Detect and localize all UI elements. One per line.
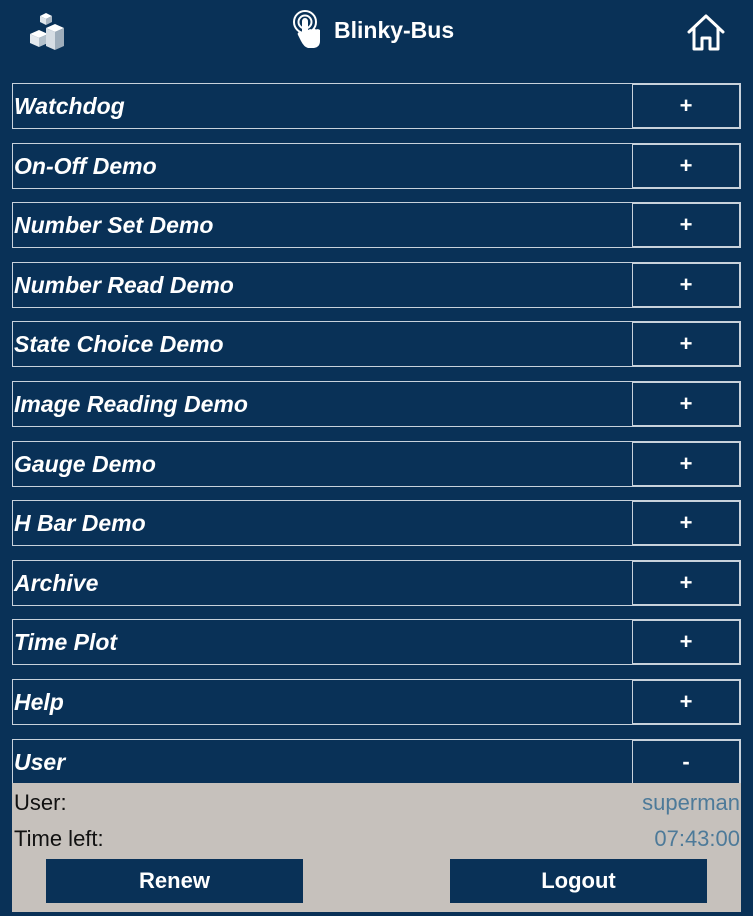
expand-toggle-button[interactable]: + <box>632 560 740 605</box>
menu-list: Watchdog + On-Off Demo + Number Set Demo… <box>12 83 741 798</box>
expand-toggle-button[interactable]: + <box>632 441 740 486</box>
time-left-value: 07:43:00 <box>654 826 740 851</box>
touch-hand-icon <box>293 10 320 48</box>
menu-item-on-off-demo[interactable]: On-Off Demo + <box>12 142 741 189</box>
menu-item-label: Help <box>14 688 64 715</box>
menu-item-label: H Bar Demo <box>14 510 146 537</box>
menu-item-number-read-demo[interactable]: Number Read Demo + <box>12 261 741 308</box>
menu-item-help[interactable]: Help + <box>12 678 741 725</box>
time-left-label: Time left: <box>14 826 104 851</box>
expand-toggle-button[interactable]: + <box>632 381 740 426</box>
menu-item-label: Gauge Demo <box>14 450 156 477</box>
logout-button[interactable]: Logout <box>450 859 707 903</box>
expand-toggle-button[interactable]: + <box>632 679 740 724</box>
user-panel: User: superman Time left: 07:43:00 Renew… <box>12 783 741 912</box>
expand-toggle-button[interactable]: + <box>632 203 740 248</box>
expand-toggle-button[interactable]: + <box>632 501 740 546</box>
menu-item-label: On-Off Demo <box>14 152 157 179</box>
menu-item-h-bar-demo[interactable]: H Bar Demo + <box>12 500 741 547</box>
cube-logo-icon <box>30 13 64 50</box>
menu-item-state-choice-demo[interactable]: State Choice Demo + <box>12 321 741 368</box>
app-title: Blinky-Bus <box>334 16 455 43</box>
menu-item-time-plot[interactable]: Time Plot + <box>12 619 741 666</box>
menu-item-user[interactable]: User - <box>12 738 741 785</box>
header-bar: Blinky-Bus <box>0 0 753 70</box>
expand-toggle-button[interactable]: + <box>632 143 740 188</box>
menu-item-image-reading-demo[interactable]: Image Reading Demo + <box>12 380 741 427</box>
user-label: User: <box>14 790 67 815</box>
expand-toggle-button[interactable]: + <box>632 84 740 128</box>
renew-button[interactable]: Renew <box>46 859 303 903</box>
menu-item-archive[interactable]: Archive + <box>12 559 741 606</box>
expand-toggle-button[interactable]: + <box>632 262 740 307</box>
menu-item-label: Image Reading Demo <box>14 390 248 417</box>
home-icon[interactable] <box>686 12 726 52</box>
menu-item-label: Archive <box>14 569 99 596</box>
username-value: superman <box>642 790 740 815</box>
app-title-group: Blinky-Bus <box>292 10 454 50</box>
menu-item-label: Watchdog <box>14 93 125 119</box>
menu-item-watchdog[interactable]: Watchdog + <box>12 83 741 129</box>
menu-item-label: Number Read Demo <box>14 271 234 298</box>
menu-item-label: Time Plot <box>14 629 118 656</box>
menu-item-gauge-demo[interactable]: Gauge Demo + <box>12 440 741 487</box>
menu-item-number-set-demo[interactable]: Number Set Demo + <box>12 202 741 249</box>
menu-item-label: Number Set Demo <box>14 212 214 239</box>
expand-toggle-button[interactable]: + <box>632 620 740 665</box>
expand-toggle-button[interactable]: + <box>632 322 740 367</box>
collapse-toggle-button[interactable]: - <box>632 739 740 784</box>
menu-item-label: State Choice Demo <box>14 331 224 358</box>
menu-item-label: User <box>14 748 66 775</box>
